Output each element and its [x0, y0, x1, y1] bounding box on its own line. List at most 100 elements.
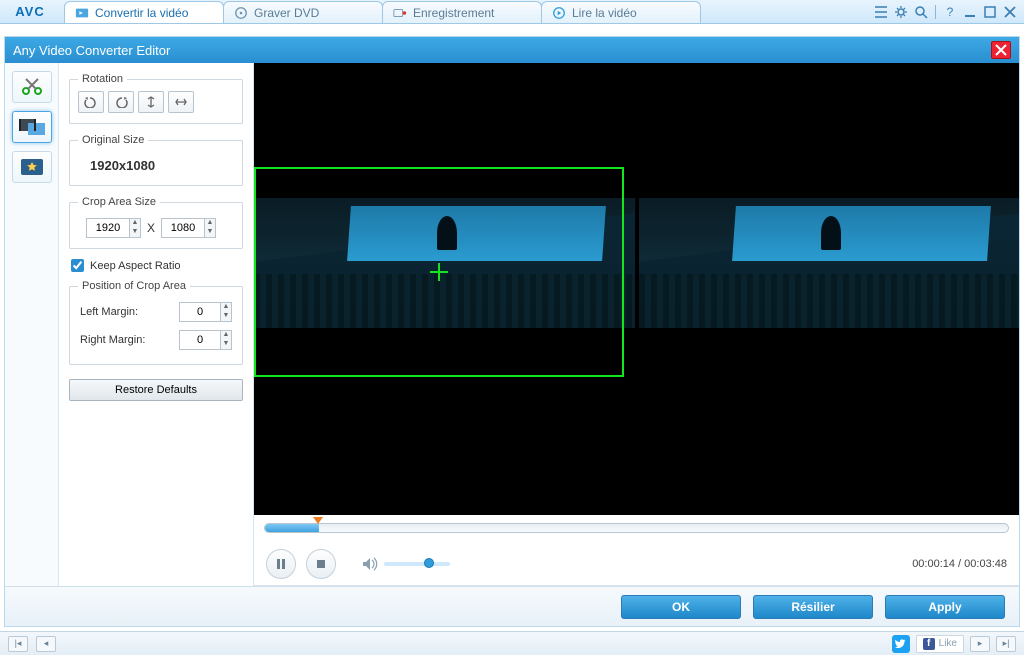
right-margin-label: Right Margin:: [80, 334, 145, 346]
dialog-buttons: OK Résilier Apply: [5, 586, 1019, 626]
tab-convert[interactable]: Convertir la vidéo: [64, 1, 224, 23]
help-icon[interactable]: ?: [942, 4, 958, 20]
rotation-group: Rotation: [69, 73, 243, 124]
editor-body: Rotation Original Size 1920x1080 Crop Ar…: [5, 63, 1019, 586]
tool-rail: [5, 63, 59, 586]
volume-thumb[interactable]: [424, 558, 434, 568]
keep-aspect-input[interactable]: [71, 259, 84, 272]
search-icon[interactable]: [913, 4, 929, 20]
rotate-ccw-button[interactable]: [78, 91, 104, 113]
crop-size-group: Crop Area Size ▲▼ X ▲▼: [69, 196, 243, 249]
facebook-icon: f: [923, 638, 935, 650]
cancel-button[interactable]: Résilier: [753, 595, 873, 619]
tab-label: Convertir la vidéo: [95, 6, 188, 20]
gear-icon[interactable]: [893, 4, 909, 20]
down-icon[interactable]: ▼: [205, 228, 215, 237]
prev-button[interactable]: ◂: [36, 636, 56, 652]
next-page-button[interactable]: ▸|: [996, 636, 1016, 652]
rotation-legend: Rotation: [78, 73, 127, 85]
record-icon: [393, 6, 407, 20]
list-icon[interactable]: [873, 4, 889, 20]
rotate-cw-button[interactable]: [108, 91, 134, 113]
up-icon[interactable]: ▲: [221, 303, 231, 312]
position-group: Position of Crop Area Left Margin: ▲▼ Ri…: [69, 280, 243, 365]
tab-play[interactable]: Lire la vidéo: [541, 1, 701, 23]
timeline-track[interactable]: [264, 523, 1009, 533]
restore-defaults-button[interactable]: Restore Defaults: [69, 379, 243, 401]
crop-size-legend: Crop Area Size: [78, 196, 160, 208]
statusbar: |◂ ◂ f Like ▸ ▸|: [0, 631, 1024, 655]
flip-horizontal-button[interactable]: [168, 91, 194, 113]
crop-rectangle[interactable]: [254, 167, 624, 377]
tab-label: Lire la vidéo: [572, 6, 637, 20]
cut-tool[interactable]: [12, 71, 52, 103]
editor-title-text: Any Video Converter Editor: [13, 43, 170, 58]
original-size-legend: Original Size: [78, 134, 148, 146]
editor-titlebar: Any Video Converter Editor: [5, 37, 1019, 63]
facebook-like-button[interactable]: f Like: [916, 635, 964, 653]
crop-height-spinner[interactable]: ▲▼: [161, 218, 216, 238]
close-icon[interactable]: [1002, 4, 1018, 20]
right-margin-spinner[interactable]: ▲▼: [179, 330, 232, 350]
tab-label: Enregistrement: [413, 6, 494, 20]
crop-tool[interactable]: [12, 111, 52, 143]
separator: [935, 5, 936, 19]
disc-icon: [234, 6, 248, 20]
transport-bar: 00:00:14 / 00:03:48: [254, 543, 1019, 585]
volume-slider[interactable]: [384, 562, 450, 566]
effects-tool[interactable]: [12, 151, 52, 183]
up-icon[interactable]: ▲: [221, 331, 231, 340]
original-size-value: 1920x1080: [78, 152, 234, 175]
crop-center-icon: [430, 263, 448, 281]
position-legend: Position of Crop Area: [78, 280, 190, 292]
keep-aspect-label: Keep Aspect Ratio: [90, 260, 181, 272]
editor-window: Any Video Converter Editor Rotation: [4, 36, 1020, 627]
tab-label: Graver DVD: [254, 6, 319, 20]
up-icon[interactable]: ▲: [205, 219, 215, 228]
next-button[interactable]: ▸: [970, 636, 990, 652]
flip-vertical-button[interactable]: [138, 91, 164, 113]
tab-record[interactable]: Enregistrement: [382, 1, 542, 23]
status-text: [64, 637, 884, 651]
preview-result: [639, 63, 1020, 515]
left-margin-label: Left Margin:: [80, 306, 138, 318]
prev-page-button[interactable]: |◂: [8, 636, 28, 652]
main-tabs: Convertir la vidéo Graver DVD Enregistre…: [60, 0, 867, 23]
original-size-group: Original Size 1920x1080: [69, 134, 243, 186]
stop-button[interactable]: [306, 549, 336, 579]
twitter-icon[interactable]: [892, 635, 910, 653]
crop-panel: Rotation Original Size 1920x1080 Crop Ar…: [59, 63, 254, 586]
apply-button[interactable]: Apply: [885, 595, 1005, 619]
crop-sep: X: [147, 221, 155, 235]
left-margin-input[interactable]: [179, 302, 221, 322]
like-label: Like: [939, 638, 957, 649]
right-margin-input[interactable]: [179, 330, 221, 350]
preview-stage: 00:00:14 / 00:03:48: [254, 63, 1019, 586]
down-icon[interactable]: ▼: [221, 340, 231, 349]
maximize-icon[interactable]: [982, 4, 998, 20]
crop-height-input[interactable]: [161, 218, 205, 238]
pause-button[interactable]: [266, 549, 296, 579]
play-icon: [552, 6, 566, 20]
down-icon[interactable]: ▼: [221, 312, 231, 321]
app-titlebar: AVC Convertir la vidéo Graver DVD Enregi…: [0, 0, 1024, 24]
time-display: 00:00:14 / 00:03:48: [912, 558, 1007, 570]
volume-icon[interactable]: [362, 557, 378, 571]
keep-aspect-checkbox[interactable]: Keep Aspect Ratio: [71, 259, 243, 272]
up-icon[interactable]: ▲: [130, 219, 140, 228]
timeline: [254, 515, 1019, 543]
down-icon[interactable]: ▼: [130, 228, 140, 237]
ok-button[interactable]: OK: [621, 595, 741, 619]
played-range: [265, 524, 319, 532]
app-logo: AVC: [0, 0, 60, 23]
editor-close-button[interactable]: [991, 41, 1011, 59]
tab-burn[interactable]: Graver DVD: [223, 1, 383, 23]
left-margin-spinner[interactable]: ▲▼: [179, 302, 232, 322]
video-area[interactable]: [254, 63, 1019, 515]
crop-width-spinner[interactable]: ▲▼: [86, 218, 141, 238]
minimize-icon[interactable]: [962, 4, 978, 20]
titlebar-actions: ?: [867, 0, 1024, 23]
playhead-marker-icon[interactable]: [313, 517, 323, 524]
crop-width-input[interactable]: [86, 218, 130, 238]
volume-control: [362, 557, 450, 571]
